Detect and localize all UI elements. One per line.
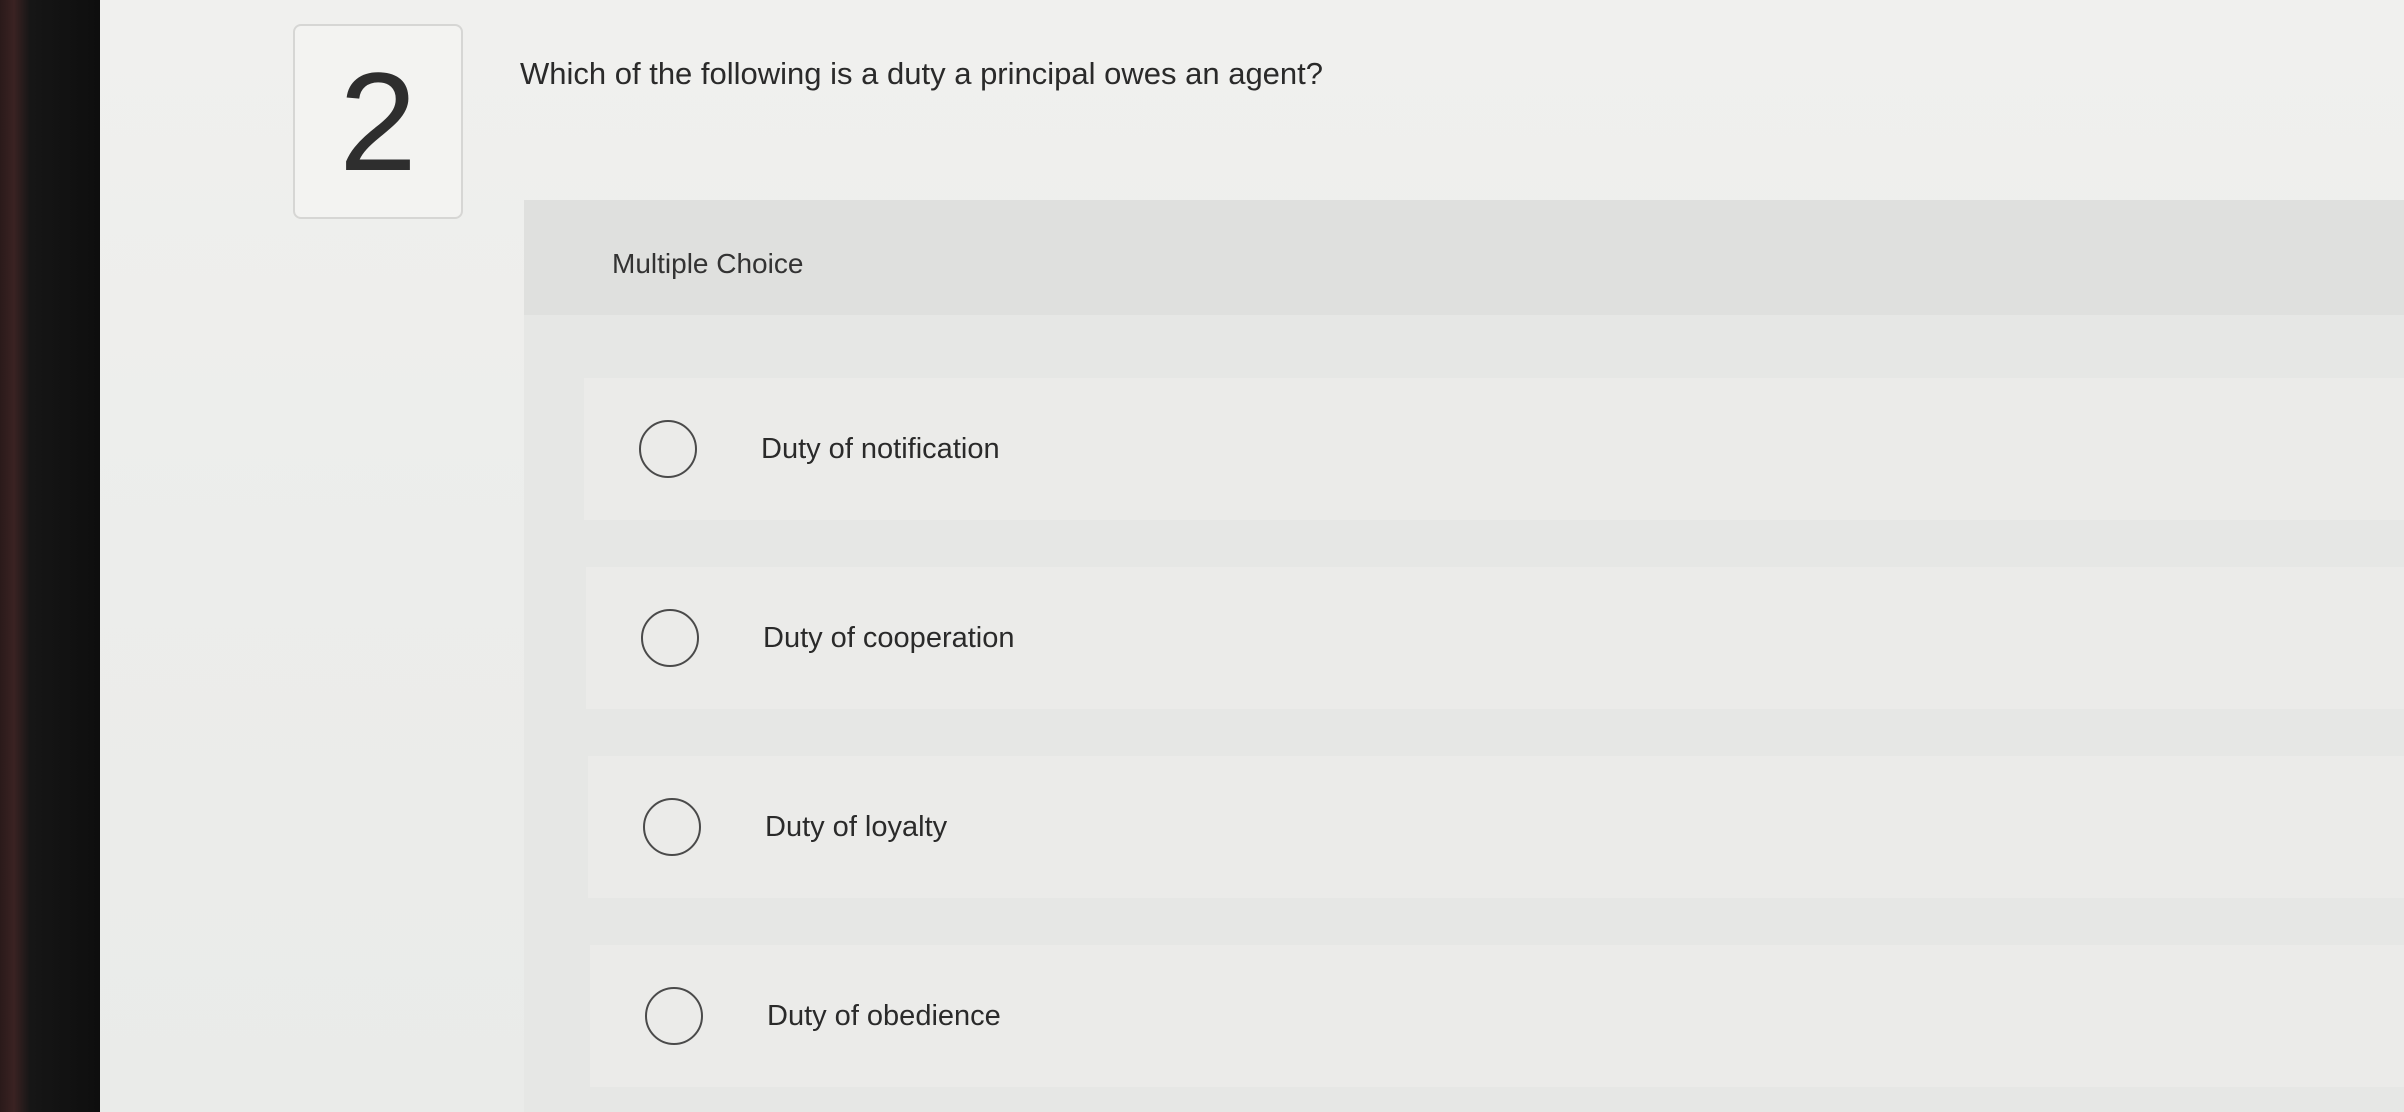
quiz-screen: 2 Which of the following is a duty a pri…: [100, 0, 2404, 1112]
radio-button-icon[interactable]: [639, 420, 697, 478]
radio-button-icon[interactable]: [641, 609, 699, 667]
answer-type-header: Multiple Choice: [524, 200, 2404, 315]
choice-option-3[interactable]: Duty of loyalty: [588, 756, 2404, 898]
choice-option-4[interactable]: Duty of obedience: [590, 945, 2404, 1087]
answer-type-label: Multiple Choice: [612, 248, 804, 279]
choice-label: Duty of notification: [761, 432, 1000, 465]
choice-option-1[interactable]: Duty of notification: [584, 378, 2404, 520]
monitor-bezel: [0, 0, 100, 1112]
question-number: 2: [293, 24, 463, 219]
question-text: Which of the following is a duty a princ…: [520, 56, 1324, 91]
choice-label: Duty of obedience: [767, 999, 1001, 1032]
choice-label: Duty of loyalty: [765, 810, 948, 843]
answer-panel: Multiple Choice Duty of notification Dut…: [524, 200, 2404, 1112]
radio-button-icon[interactable]: [643, 798, 701, 856]
choice-label: Duty of cooperation: [763, 621, 1015, 654]
choice-option-2[interactable]: Duty of cooperation: [586, 567, 2404, 709]
radio-button-icon[interactable]: [645, 987, 703, 1045]
